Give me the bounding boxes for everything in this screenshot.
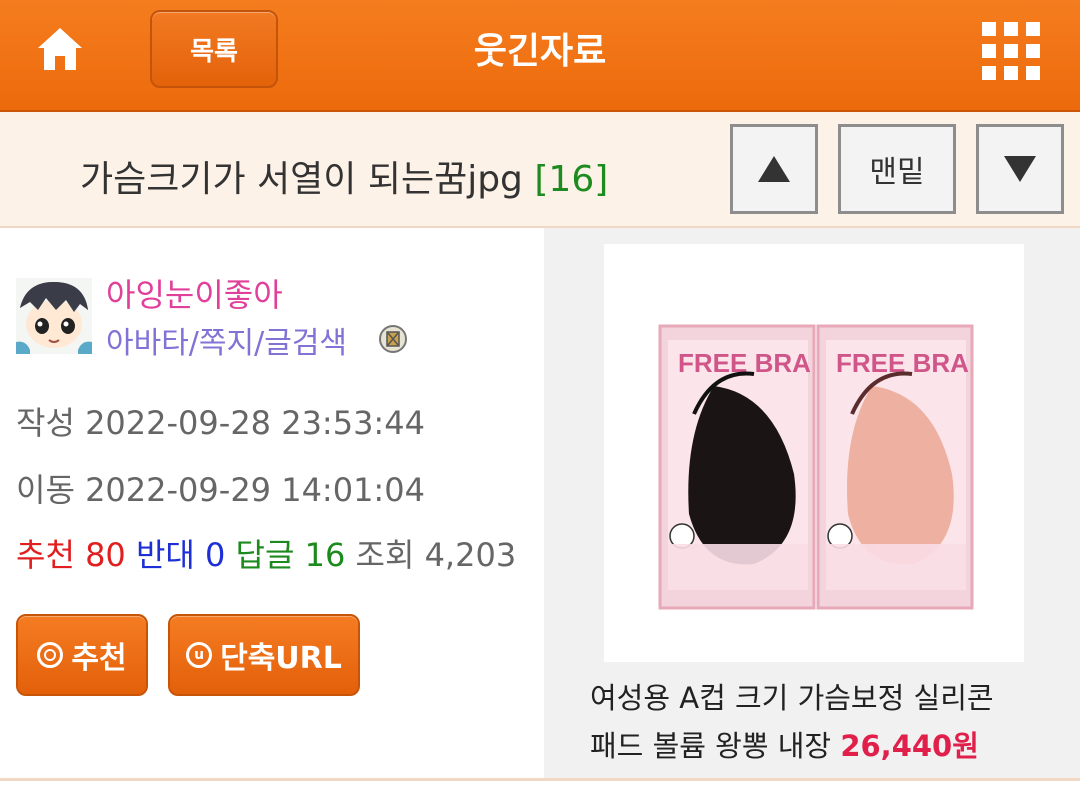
- go-bottom-button[interactable]: 맨밑: [838, 124, 956, 214]
- recommend-button[interactable]: 추천: [16, 614, 148, 696]
- product-image[interactable]: FREE BRA FREE BRA: [604, 244, 1024, 662]
- ad-text-line1: 여성용 A컵 크기 가슴보정 실리콘: [590, 681, 994, 715]
- recommend-button-label: 추천: [71, 641, 127, 676]
- moved-value: 2022-09-29 14:01:04: [85, 471, 425, 509]
- post-title-text: 가슴크기가 서열이 되는꿈jpg: [80, 159, 523, 200]
- post-title: 가슴크기가 서열이 되는꿈jpg [16]: [80, 150, 608, 202]
- avatar[interactable]: [16, 278, 92, 354]
- recommend-circle-icon: [37, 642, 64, 668]
- author-links[interactable]: 아바타/쪽지/글검색: [106, 318, 347, 362]
- triangle-up-icon: [758, 156, 790, 182]
- ad-text-line2-text: 패드 볼륨 왕뽕 내장: [590, 729, 832, 763]
- level-badge-icon: [379, 325, 407, 353]
- reply-count: 16: [304, 536, 346, 574]
- moved-date: 이동 2022-09-29 14:01:04: [16, 465, 425, 511]
- home-icon[interactable]: [36, 26, 84, 72]
- views-label: 조회: [355, 536, 415, 574]
- top-bar: 목록 웃긴자료: [0, 0, 1080, 112]
- ad-text-line2: 패드 볼륨 왕뽕 내장 26,440원: [590, 722, 1060, 770]
- list-button[interactable]: 목록: [150, 10, 278, 88]
- url-circle-icon: u: [186, 642, 213, 668]
- written-value: 2022-09-28 23:53:44: [85, 404, 425, 442]
- reply-label: 답글: [235, 536, 295, 574]
- author-nickname[interactable]: 아잉눈이좋아: [106, 270, 283, 316]
- short-url-label: 단축URL: [220, 641, 342, 676]
- grid-menu-icon[interactable]: [980, 20, 1042, 82]
- views-count: 4,203: [424, 536, 517, 574]
- triangle-down-icon: [1004, 156, 1036, 182]
- ad-description[interactable]: 여성용 A컵 크기 가슴보정 실리콘 패드 볼륨 왕뽕 내장 26,440원: [590, 674, 1060, 770]
- oppose-count: 0: [205, 536, 226, 574]
- ad-panel: FREE BRA FREE BRA 여성용 A컵 크기 가슴보정 실리콘 패드 …: [544, 228, 1080, 778]
- next-post-button[interactable]: [976, 124, 1064, 214]
- written-label: 작성: [16, 404, 75, 442]
- written-date: 작성 2022-09-28 23:53:44: [16, 398, 425, 444]
- recommend-label: 추천: [16, 536, 75, 574]
- post-stats: 추천 80 반대 0 답글 16 조회 4,203: [16, 530, 516, 576]
- moved-label: 이동: [16, 471, 75, 509]
- oppose-label: 반대: [135, 536, 195, 574]
- short-url-button[interactable]: u 단축URL: [168, 614, 360, 696]
- post-title-bar: 가슴크기가 서열이 되는꿈jpg [16] 맨밑: [0, 112, 1080, 228]
- prev-post-button[interactable]: [730, 124, 818, 214]
- bottom-divider: [0, 778, 1080, 781]
- recommend-count: 80: [85, 536, 126, 574]
- ad-price: 26,440원: [840, 729, 979, 763]
- comment-count[interactable]: [16]: [534, 159, 608, 200]
